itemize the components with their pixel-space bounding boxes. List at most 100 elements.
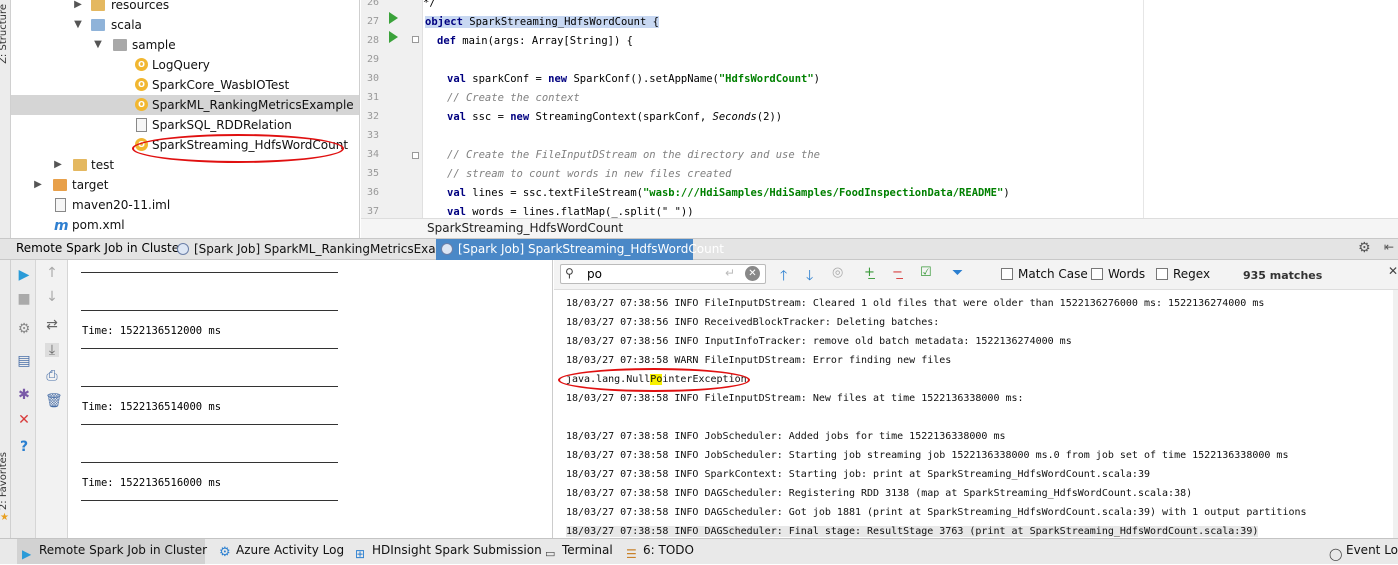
tree-item-scala[interactable]: ▼ scala [11, 15, 359, 35]
tree-item-sparkml-rankingmetrics[interactable]: O SparkML_RankingMetricsExample [11, 95, 359, 115]
console-actions-toolbar: ↑ ↓ ⇄ ⤓ ⎙ 🗑 [36, 260, 68, 538]
line-number: 26 [366, 0, 379, 8]
job-output-console[interactable]: Time: 1522136512000 ms Time: 15221365140… [68, 260, 553, 538]
match-case-checkbox[interactable]: Match Case [1001, 267, 1088, 281]
log-line: 18/03/27 07:38:58 INFO DAGScheduler: Fin… [566, 526, 1259, 537]
code-line: */ [423, 0, 436, 9]
tab-hdinsight-spark-submission[interactable]: ⊞ HDInsight Spark Submission [350, 539, 542, 564]
todo-icon: ☰ [626, 547, 637, 561]
tree-item-sparksql-rddrelation[interactable]: SparkSQL_RDDRelation [11, 115, 359, 135]
log-line: 18/03/27 07:38:58 INFO DAGScheduler: Got… [566, 507, 1307, 518]
fold-icon[interactable] [412, 36, 419, 43]
event-log-button[interactable]: ◯ Event Log [1324, 539, 1398, 564]
search-input[interactable]: ⚲ po ↵ ✕ [560, 264, 766, 284]
search-icon: ⚲ [565, 266, 574, 280]
divider [81, 424, 338, 425]
run-icon[interactable] [389, 12, 398, 24]
breadcrumb[interactable]: SparkStreaming_HdfsWordCount [427, 219, 623, 237]
folder-icon [53, 179, 67, 191]
chevron-down-icon[interactable]: ▼ [93, 35, 103, 55]
hide-panel-icon[interactable]: ⇤ [1384, 240, 1394, 254]
chevron-down-icon[interactable]: ▼ [73, 15, 83, 35]
module-file-icon [55, 198, 66, 212]
chat-icon: ◯ [1329, 547, 1343, 561]
help-icon[interactable]: ? [17, 440, 31, 454]
close-icon[interactable]: ✕ [17, 413, 31, 427]
structure-tool-label[interactable]: Z: Structure [0, 4, 9, 64]
add-occurrence-icon[interactable]: +̲ [864, 265, 875, 280]
fold-icon[interactable] [412, 152, 419, 159]
code-line: val lines = ssc.textFileStream("wasb:///… [447, 187, 1010, 199]
windows-icon: ⊞ [355, 547, 366, 561]
log-search-bar: ⚲ po ↵ ✕ 🡑 🡓 ◎ +̲ −̲ ☑ ⏷ Match Case Word… [554, 260, 1398, 290]
debug-icon[interactable]: ✱ [17, 388, 31, 402]
arrow-up-icon[interactable]: ↑ [45, 266, 59, 280]
rerun-icon[interactable]: ▶ [17, 268, 31, 282]
trash-icon[interactable]: 🗑 [45, 394, 63, 408]
tree-item-target[interactable]: ▶ target [11, 175, 359, 195]
tab-remote-spark-job[interactable]: ▶ Remote Spark Job in Cluster [17, 539, 207, 564]
tree-item-pom[interactable]: m pom.xml [11, 215, 359, 235]
tree-item-sample[interactable]: ▼ sample [11, 35, 359, 55]
select-all-occurrences-icon[interactable]: ☑ [920, 265, 932, 280]
log-line: 18/03/27 07:38:58 INFO JobScheduler: Add… [566, 431, 1006, 442]
find-all-icon[interactable]: ◎ [832, 265, 843, 280]
annotation-ellipse [132, 134, 344, 163]
line-number: 34 [366, 149, 379, 160]
words-checkbox[interactable]: Words [1091, 267, 1145, 281]
tab-terminal[interactable]: ▭ Terminal [540, 539, 613, 564]
right-margin-guide [1143, 0, 1144, 218]
tab-sparkstreaming-job[interactable]: [Spark Job] SparkStreaming_HdfsWordCount [436, 239, 724, 260]
run-tool-window-header: Remote Spark Job in Cluster: [Spark Job]… [0, 238, 1398, 260]
bottom-tool-bar: ▶ Remote Spark Job in Cluster ⚙ Azure Ac… [0, 538, 1398, 564]
terminal-icon: ▭ [545, 547, 556, 560]
batch-time: Time: 1522136514000 ms [82, 401, 222, 413]
tree-item-resources[interactable]: ▶ resources [11, 0, 359, 15]
divider [81, 348, 338, 349]
tree-item-iml[interactable]: maven20-11.iml [11, 195, 359, 215]
line-number: 30 [366, 73, 379, 84]
package-icon [113, 39, 127, 51]
run-icon: ▶ [22, 547, 32, 561]
code-line: def main(args: Array[String]) { [437, 35, 633, 47]
tab-todo[interactable]: ☰ 6: TODO [621, 539, 694, 564]
code-editor[interactable]: */ object SparkStreaming_HdfsWordCount {d… [423, 0, 1398, 218]
clear-icon[interactable]: ✕ [745, 266, 760, 281]
editor-breadcrumb-bar: SparkStreaming_HdfsWordCount [361, 218, 1398, 238]
tab-sparkml-job[interactable]: [Spark Job] SparkML_RankingMetricsExampl… [172, 239, 472, 260]
line-number: 36 [366, 187, 379, 198]
favorites-tool-label[interactable]: 2: Favorites [0, 452, 9, 510]
line-number: 28 [366, 35, 379, 46]
tab-azure-activity-log[interactable]: ⚙ Azure Activity Log [214, 539, 344, 564]
next-match-icon[interactable]: 🡓 [806, 265, 813, 289]
remove-occurrence-icon[interactable]: −̲ [892, 265, 903, 280]
chevron-right-icon[interactable]: ▶ [53, 155, 63, 175]
chevron-right-icon[interactable]: ▶ [73, 0, 83, 15]
run-icon[interactable] [389, 31, 398, 43]
folder-icon [91, 19, 105, 31]
scrollbar[interactable] [1393, 290, 1398, 538]
print-icon[interactable]: ⎙ [45, 369, 59, 383]
soft-wrap-icon[interactable]: ⇄ [45, 318, 59, 332]
previous-match-icon[interactable]: 🡑 [780, 265, 787, 289]
close-search-icon[interactable]: ✕ [1388, 264, 1398, 278]
log-console[interactable]: 18/03/27 07:38:56 INFO FileInputDStream:… [554, 290, 1398, 538]
gear-icon[interactable]: ⚙ [1358, 240, 1371, 256]
log-line: 18/03/27 07:38:56 INFO FileInputDStream:… [566, 298, 1265, 309]
stop-icon[interactable]: ■ [17, 292, 31, 306]
code-line: // Create the FileInputDStream on the di… [447, 149, 820, 161]
settings-icon[interactable]: ⚙ [17, 322, 31, 336]
arrow-down-icon[interactable]: ↓ [45, 290, 59, 304]
filter-icon[interactable]: ⏷ [952, 265, 963, 281]
line-number: 32 [366, 111, 379, 122]
layout-icon[interactable]: ▤ [17, 354, 31, 368]
log-line: 18/03/27 07:38:56 INFO InputInfoTracker:… [566, 336, 1072, 347]
code-line: val words = lines.flatMap(_.split(" ")) [447, 206, 694, 218]
tree-item-sparkcore-wasbiotest[interactable]: O SparkCore_WasbIOTest [11, 75, 359, 95]
scroll-to-end-icon[interactable]: ⤓ [45, 343, 59, 357]
globe-icon [177, 243, 189, 255]
tree-item-logquery[interactable]: O LogQuery [11, 55, 359, 75]
regex-checkbox[interactable]: Regex [1156, 267, 1210, 281]
divider [81, 386, 338, 387]
chevron-right-icon[interactable]: ▶ [33, 175, 43, 195]
